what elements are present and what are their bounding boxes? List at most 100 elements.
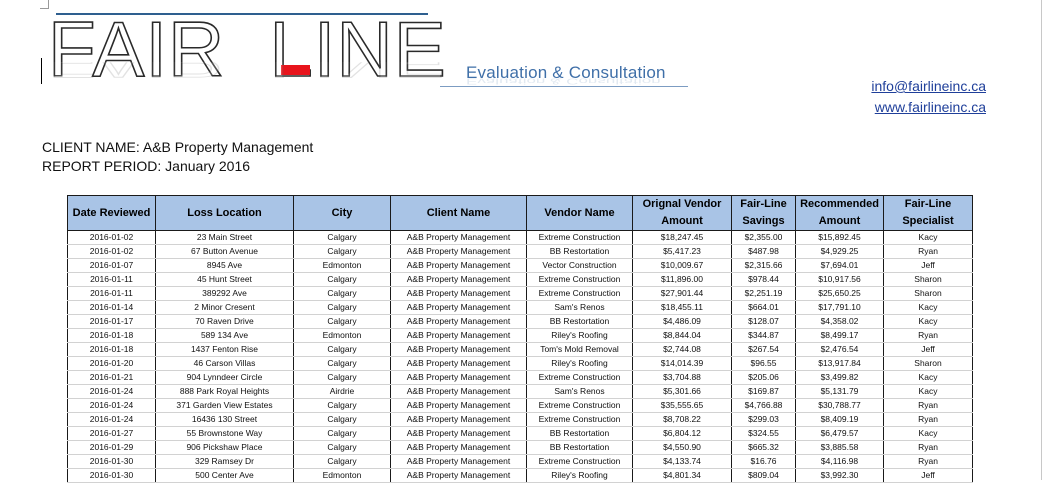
table-cell: Riley's Roofing (526, 328, 633, 343)
table-cell: $267.54 (731, 342, 796, 357)
table-cell: 2016-01-27 (67, 426, 156, 441)
client-name-line: CLIENT NAME: A&B Property Management (42, 139, 314, 155)
table-cell: $27,901.44 (632, 286, 732, 301)
table-row: 2016-01-11 45 Hunt Street Calgary A&B Prope… (67, 272, 973, 287)
table-row: 2016-01-27 55 Brownstone Way Calgary A&B Pr… (67, 426, 973, 441)
table-row: 2016-01-20 46 Carson Villas Calgary A&B Pro… (67, 356, 973, 371)
table-row: 2016-01-18 1437 Fenton Rise Calgary A&B Pro… (67, 342, 973, 357)
table-cell: Calgary (293, 370, 391, 385)
table-cell: 55 Brownstone Way (155, 426, 294, 441)
table-cell: 2016-01-18 (67, 342, 156, 357)
table-cell: 2016-01-30 (67, 468, 156, 483)
logo-reflect-right: LINE (269, 62, 447, 82)
table-cell: 2016-01-24 (67, 412, 156, 427)
table-cell: $8,844.04 (632, 328, 732, 343)
table-cell: 2016-01-11 (67, 272, 156, 287)
table-cell: $17,791.10 (795, 300, 884, 315)
table-cell: Vector Construction (526, 258, 633, 273)
table-cell: A&B Property Management (390, 412, 527, 427)
table-cell: Calgary (293, 454, 391, 469)
table-cell: 2016-01-24 (67, 384, 156, 399)
table-cell: $30,788.77 (795, 398, 884, 413)
email-link[interactable]: info@fairlineinc.ca (871, 76, 986, 97)
table-cell: $8,409.19 (795, 412, 884, 427)
table-cell: $8,708.22 (632, 412, 732, 427)
table-cell: Kacy (883, 370, 973, 385)
table-cell: Calgary (293, 300, 391, 315)
table-cell: Ryan (883, 454, 973, 469)
table-cell: Ryan (883, 412, 973, 427)
table-cell: 2016-01-11 (67, 286, 156, 301)
column-header: Date Reviewed (67, 195, 156, 231)
table-cell: Ryan (883, 244, 973, 259)
table-cell: 46 Carson Villas (155, 356, 294, 371)
table-row: 2016-01-02 23 Main Street Calgary A&B Prope… (67, 230, 973, 245)
table-cell: A&B Property Management (390, 342, 527, 357)
table-cell: Kacy (883, 426, 973, 441)
page-right-edge (1041, 0, 1042, 480)
table-cell: Calgary (293, 314, 391, 329)
table-cell: 67 Button Avenue (155, 244, 294, 259)
table-cell: 16436 130 Street (155, 412, 294, 427)
tagline-rule (440, 86, 688, 87)
client-info: CLIENT NAME: A&B Property Management REP… (42, 138, 313, 176)
text-cursor (41, 58, 42, 84)
column-header: Fair-Line Savings (731, 195, 796, 231)
table-row: 2016-01-24 371 Garden View Estates Calgary… (67, 398, 973, 413)
table-cell: Calgary (293, 272, 391, 287)
table-cell: BB Restortation (526, 244, 633, 259)
table-cell: $4,358.02 (795, 314, 884, 329)
table-cell: Extreme Construction (526, 398, 633, 413)
table-row: 2016-01-11 389292 Ave Calgary A&B Property … (67, 286, 973, 301)
table-cell: $2,315.66 (731, 258, 796, 273)
table-cell: A&B Property Management (390, 258, 527, 273)
column-header: Recommended Amount (795, 195, 884, 231)
table-cell: A&B Property Management (390, 356, 527, 371)
table-cell: $2,251.19 (731, 286, 796, 301)
table-cell: 2016-01-30 (67, 454, 156, 469)
table-cell: 1437 Fenton Rise (155, 342, 294, 357)
table-cell: Calgary (293, 412, 391, 427)
savings-table: Date Reviewed Loss Location City Client Nam… (67, 195, 973, 483)
table-cell: A&B Property Management (390, 468, 527, 483)
column-header: City (293, 195, 391, 231)
column-header: Client Name (390, 195, 527, 231)
table-cell: $4,801.34 (632, 468, 732, 483)
table-cell: 2016-01-21 (67, 370, 156, 385)
website-link[interactable]: www.fairlineinc.ca (871, 97, 986, 118)
table-cell: $4,929.25 (795, 244, 884, 259)
logo-reflect-left: FAIR (48, 62, 226, 82)
table-cell: Tom's Mold Removal (526, 342, 633, 357)
table-cell: 45 Hunt Street (155, 272, 294, 287)
contact-block: info@fairlineinc.ca www.fairlineinc.ca (871, 76, 986, 118)
table-cell: $35,555.65 (632, 398, 732, 413)
table-row: 2016-01-24 888 Park Royal Heights Airdrie A… (67, 384, 973, 399)
table-cell: Extreme Construction (526, 286, 633, 301)
table-cell: $6,479.57 (795, 426, 884, 441)
table-cell: Calgary (293, 426, 391, 441)
table-cell: $2,355.00 (731, 230, 796, 245)
table-cell: $14,014.39 (632, 356, 732, 371)
table-cell: $4,486.09 (632, 314, 732, 329)
table-cell: BB Restortation (526, 314, 633, 329)
table-cell: Kacy (883, 300, 973, 315)
table-cell: Calgary (293, 356, 391, 371)
logo-reflection: FAIR LINE (48, 62, 447, 82)
table-row: 2016-01-29 906 Pickshaw Place Calgary A&B P… (67, 440, 973, 455)
table-cell: Calgary (293, 230, 391, 245)
table-row: 2016-01-30 329 Ramsey Dr Calgary A&B Proper… (67, 454, 973, 469)
table-cell: 906 Pickshaw Place (155, 440, 294, 455)
table-cell: Edmonton (293, 328, 391, 343)
table-cell: A&B Property Management (390, 272, 527, 287)
table-cell: $487.98 (731, 244, 796, 259)
table-cell: $18,247.45 (632, 230, 732, 245)
table-cell: 904 Lynndeer Circle (155, 370, 294, 385)
table-cell: Sharon (883, 356, 973, 371)
table-cell: A&B Property Management (390, 300, 527, 315)
table-cell: Calgary (293, 286, 391, 301)
table-cell: Extreme Construction (526, 272, 633, 287)
table-cell: 329 Ramsey Dr (155, 454, 294, 469)
table-cell: Calgary (293, 244, 391, 259)
table-cell: $344.87 (731, 328, 796, 343)
column-header: Fair-Line Specialist (883, 195, 973, 231)
